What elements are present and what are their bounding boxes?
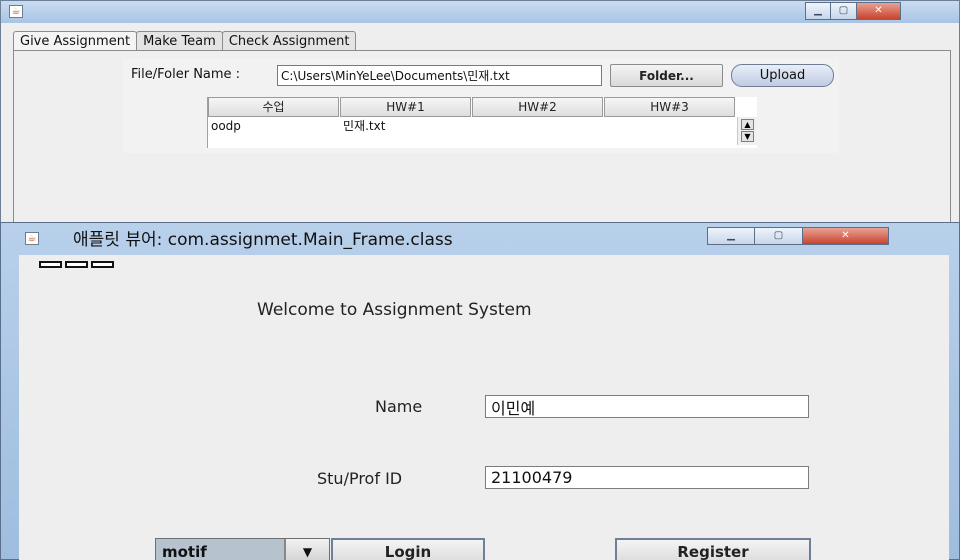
assignment-window: ☕ ▁ ▢ ✕ Give Assignment Make Team Check … — [0, 0, 960, 231]
menu-item[interactable] — [91, 261, 114, 268]
assignment-table: 수업 HW#1 HW#2 HW#3 oodp 민재.txt ▲ ▼ — [207, 97, 757, 148]
column-header-hw1[interactable]: HW#1 — [340, 97, 471, 117]
tab-strip: Give Assignment Make Team Check Assignme… — [13, 31, 357, 51]
look-and-feel-select[interactable]: motif ▼ — [155, 538, 330, 560]
minimize-icon[interactable]: ▁ — [707, 227, 755, 245]
table-cell-hw1[interactable]: 민재.txt — [343, 119, 385, 133]
java-applet-icon: ☕ — [9, 5, 23, 18]
scroll-up-icon[interactable]: ▲ — [741, 119, 754, 130]
close-icon[interactable]: ✕ — [803, 227, 889, 245]
welcome-heading: Welcome to Assignment System — [257, 300, 532, 320]
name-label: Name — [375, 397, 423, 416]
tab-check-assignment[interactable]: Check Assignment — [221, 31, 357, 50]
tab-make-team[interactable]: Make Team — [136, 31, 223, 50]
assignment-window-titlebar[interactable]: ☕ ▁ ▢ ✕ — [1, 1, 959, 23]
column-header-class[interactable]: 수업 — [208, 97, 339, 117]
table-scrollbar[interactable]: ▲ ▼ — [737, 117, 757, 145]
id-field[interactable] — [485, 466, 809, 489]
scroll-down-icon[interactable]: ▼ — [741, 131, 754, 142]
folder-button[interactable]: Folder... — [610, 64, 723, 87]
java-applet-icon: ☕ — [25, 232, 39, 245]
id-label: Stu/Prof ID — [317, 469, 403, 488]
column-header-hw2[interactable]: HW#2 — [472, 97, 603, 117]
upload-button[interactable]: Upload — [731, 64, 834, 87]
file-path-input[interactable] — [277, 65, 602, 86]
menu-item[interactable] — [65, 261, 88, 268]
close-icon[interactable]: ✕ — [857, 2, 901, 20]
applet-viewer-window: ☕ 애플릿 뷰어: com.assignmet.Main_Frame.class… — [0, 222, 960, 560]
maximize-icon[interactable]: ▢ — [831, 2, 857, 20]
login-button[interactable]: Login — [331, 538, 485, 560]
file-path-label: File/Foler Name : — [131, 67, 241, 82]
column-header-hw3[interactable]: HW#3 — [604, 97, 735, 117]
dropdown-arrow-icon[interactable]: ▼ — [284, 539, 329, 560]
register-button[interactable]: Register — [615, 538, 811, 560]
maximize-icon[interactable]: ▢ — [755, 227, 803, 245]
login-panel: Welcome to Assignment System Name Stu/Pr… — [19, 255, 949, 560]
menu-bar — [39, 261, 114, 268]
applet-viewer-titlebar[interactable]: ☕ 애플릿 뷰어: com.assignmet.Main_Frame.class… — [1, 223, 959, 255]
name-field[interactable] — [485, 395, 809, 418]
table-cell-class[interactable]: oodp — [211, 119, 241, 133]
table-header: 수업 HW#1 HW#2 HW#3 — [208, 97, 736, 117]
minimize-icon[interactable]: ▁ — [805, 2, 831, 20]
window-controls: ▁ ▢ ✕ — [707, 227, 889, 246]
tab-give-assignment[interactable]: Give Assignment — [13, 31, 138, 51]
window-title: 애플릿 뷰어: com.assignmet.Main_Frame.class — [73, 230, 453, 250]
window-controls: ▁ ▢ ✕ — [805, 2, 901, 21]
look-and-feel-value[interactable]: motif — [156, 539, 284, 560]
menu-item[interactable] — [39, 261, 62, 268]
